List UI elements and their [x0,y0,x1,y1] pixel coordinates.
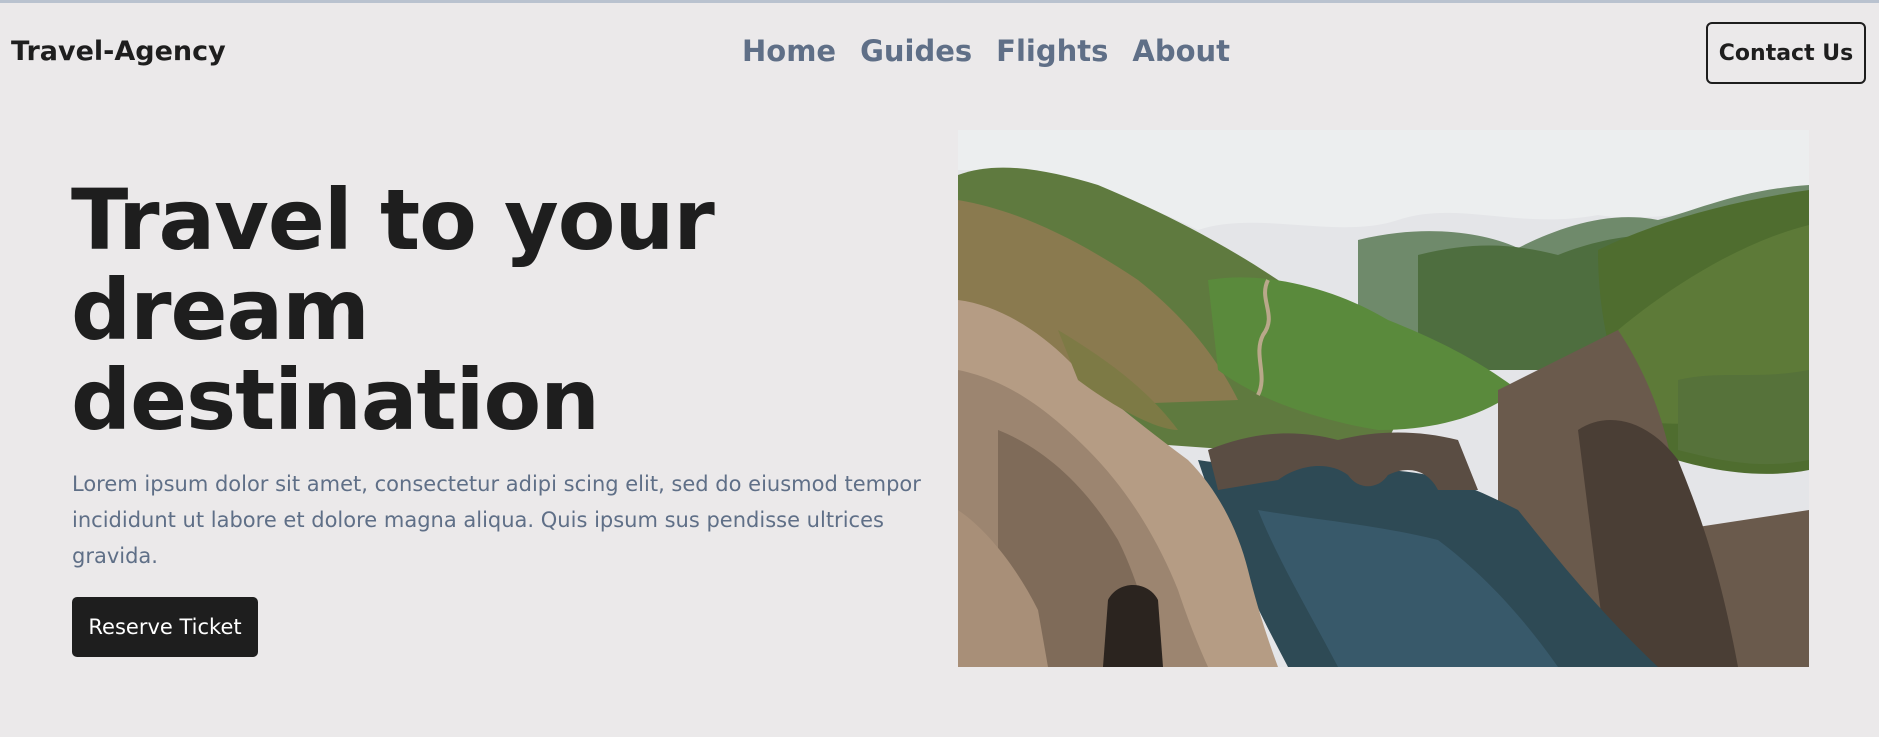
nav-about[interactable]: About [1132,34,1230,68]
hero-description: Lorem ipsum dolor sit amet, consectetur … [72,472,921,568]
main-nav: Home Guides Flights About [742,34,1230,68]
contact-us-button[interactable]: Contact Us [1706,22,1866,84]
nav-flights[interactable]: Flights [996,34,1108,68]
reserve-ticket-button[interactable]: Reserve Ticket [72,597,258,657]
brand-logo[interactable]: Travel-Agency [11,36,226,67]
nav-home[interactable]: Home [742,34,836,68]
nav-guides[interactable]: Guides [860,34,972,68]
top-border [0,0,1879,3]
hero-title: Travel to your dream destination [71,171,715,449]
hero-landscape-image [958,130,1809,667]
